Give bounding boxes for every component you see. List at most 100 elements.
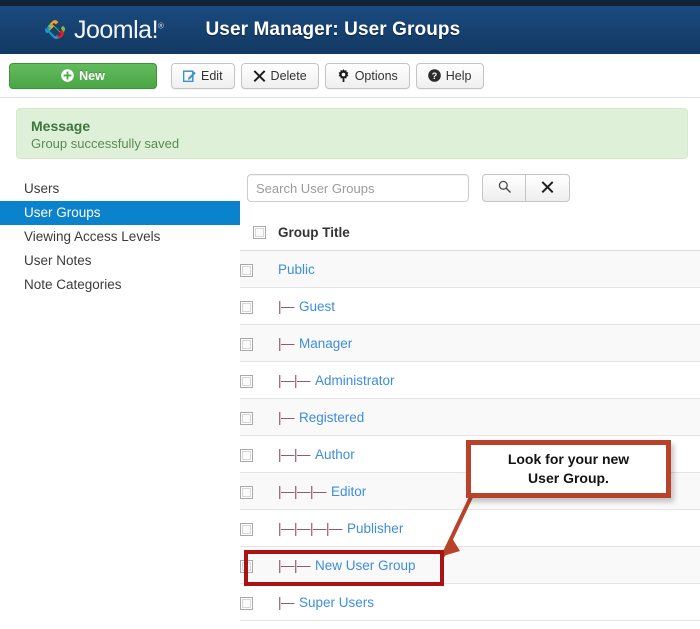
column-header-group-title[interactable]: Group Title xyxy=(278,214,700,251)
group-title-cell: |— Guest xyxy=(278,287,700,325)
help-button-label: Help xyxy=(445,68,472,83)
sidebar-item-user-groups[interactable]: User Groups xyxy=(0,201,240,225)
row-checkbox-cell xyxy=(240,546,278,584)
tree-prefix: |—|—|— xyxy=(278,483,327,499)
group-title-link[interactable]: Editor xyxy=(331,484,366,499)
tree-prefix: |— xyxy=(278,594,295,610)
delete-button-label: Delete xyxy=(270,68,307,83)
row-checkbox[interactable] xyxy=(240,559,253,573)
x-mark-icon xyxy=(541,180,554,196)
group-title-cell: |— Manager xyxy=(278,324,700,362)
content-area: Users User Groups Viewing Access Levels … xyxy=(0,159,700,621)
table-row: |— Guest xyxy=(240,287,700,325)
group-title-cell: |— Super Users xyxy=(278,583,700,621)
x-mark-icon xyxy=(253,69,266,82)
table-row: |—|— Administrator xyxy=(240,361,700,399)
group-title-link[interactable]: Public xyxy=(278,262,315,277)
help-button[interactable]: ? Help xyxy=(415,62,484,89)
select-all-cell xyxy=(240,214,278,251)
search-input[interactable] xyxy=(247,174,469,202)
group-title-cell: |—|—|— Editor xyxy=(278,472,700,510)
row-checkbox-cell xyxy=(240,398,278,436)
row-checkbox[interactable] xyxy=(240,337,253,351)
tree-prefix: |— xyxy=(278,298,295,314)
sidebar-item-users[interactable]: Users xyxy=(0,177,240,201)
brand-name: Joomla!® xyxy=(74,15,164,44)
question-circle-icon: ? xyxy=(427,69,441,82)
magnifier-icon xyxy=(498,180,511,196)
group-title-cell: |—|— Author xyxy=(278,435,700,473)
table-row: |—|—|— Editor xyxy=(240,472,700,510)
search-row xyxy=(240,173,700,203)
row-checkbox-cell xyxy=(240,324,278,362)
sidebar-item-note-categories[interactable]: Note Categories xyxy=(0,273,240,297)
row-checkbox[interactable] xyxy=(240,522,253,536)
tree-prefix: |—|— xyxy=(278,557,311,573)
row-checkbox[interactable] xyxy=(240,263,253,277)
pencil-square-icon xyxy=(183,69,196,82)
row-checkbox[interactable] xyxy=(240,300,253,314)
brand-trademark: ® xyxy=(158,21,164,31)
group-title-link[interactable]: Administrator xyxy=(315,373,395,388)
select-all-checkbox[interactable] xyxy=(252,226,266,240)
table-header-row: Group Title xyxy=(240,214,700,251)
joomla-brand[interactable]: Joomla!® xyxy=(42,13,164,47)
table-row: |— Manager xyxy=(240,324,700,362)
table-head: Group Title xyxy=(240,214,700,251)
group-title-link[interactable]: New User Group xyxy=(315,558,416,573)
group-title-cell: |— Registered xyxy=(278,398,700,436)
table-row: |—|—|—|— Publisher xyxy=(240,509,700,547)
message-container: Message Group successfully saved xyxy=(0,98,700,159)
tree-prefix: |—|—|—|— xyxy=(278,520,343,536)
row-checkbox-cell xyxy=(240,361,278,399)
group-title-link[interactable]: Registered xyxy=(299,410,364,425)
group-title-link[interactable]: Guest xyxy=(299,299,335,314)
row-checkbox-cell xyxy=(240,472,278,510)
table-row: |— Super Users xyxy=(240,583,700,621)
row-checkbox[interactable] xyxy=(240,411,253,425)
group-title-cell: Public xyxy=(278,250,700,288)
gear-icon xyxy=(337,69,350,82)
table-row: |—|— New User Group xyxy=(240,546,700,584)
app-header: Joomla!® User Manager: User Groups xyxy=(0,0,700,54)
row-checkbox-cell xyxy=(240,287,278,325)
user-groups-table: Group Title Public |— Guest |— Manager |—|— Ad… xyxy=(240,214,700,621)
search-clear-button[interactable] xyxy=(526,174,570,202)
success-message: Message Group successfully saved xyxy=(16,108,688,159)
table-row: |—|— Author xyxy=(240,435,700,473)
new-button-label: New xyxy=(79,68,105,83)
row-checkbox-cell xyxy=(240,583,278,621)
row-checkbox[interactable] xyxy=(240,596,253,610)
page-title: User Manager: User Groups xyxy=(205,19,461,40)
group-title-cell: |—|—|—|— Publisher xyxy=(278,509,700,547)
row-checkbox[interactable] xyxy=(240,485,253,499)
options-button[interactable]: Options xyxy=(324,62,410,89)
new-button[interactable]: New xyxy=(9,62,157,89)
sidebar-item-user-notes[interactable]: User Notes xyxy=(0,249,240,273)
row-checkbox[interactable] xyxy=(240,448,253,462)
row-checkbox-cell xyxy=(240,435,278,473)
group-title-link[interactable]: Publisher xyxy=(347,521,403,536)
edit-button[interactable]: Edit xyxy=(171,62,235,89)
row-checkbox[interactable] xyxy=(240,374,253,388)
sidebar-item-viewing-access-levels[interactable]: Viewing Access Levels xyxy=(0,225,240,249)
group-title-link[interactable]: Super Users xyxy=(299,595,374,610)
tree-prefix: |—|— xyxy=(278,372,311,388)
row-checkbox-cell xyxy=(240,509,278,547)
svg-text:?: ? xyxy=(432,71,438,81)
message-text: Group successfully saved xyxy=(31,136,180,151)
delete-button[interactable]: Delete xyxy=(240,62,319,89)
table-row: |— Registered xyxy=(240,398,700,436)
search-submit-button[interactable] xyxy=(482,174,526,202)
plus-circle-icon xyxy=(61,69,74,82)
table-row: Public xyxy=(240,250,700,288)
joomla-logo-icon xyxy=(42,17,68,43)
group-title-cell: |—|— Administrator xyxy=(278,361,700,399)
row-checkbox-cell xyxy=(240,250,278,288)
main-column: Group Title Public|—Guest|—Manager|—|—Ad… xyxy=(240,173,700,621)
tree-prefix: |—|— xyxy=(278,446,311,462)
options-button-label: Options xyxy=(354,68,398,83)
sidebar: Users User Groups Viewing Access Levels … xyxy=(0,173,240,297)
group-title-link[interactable]: Manager xyxy=(299,336,352,351)
group-title-link[interactable]: Author xyxy=(315,447,355,462)
